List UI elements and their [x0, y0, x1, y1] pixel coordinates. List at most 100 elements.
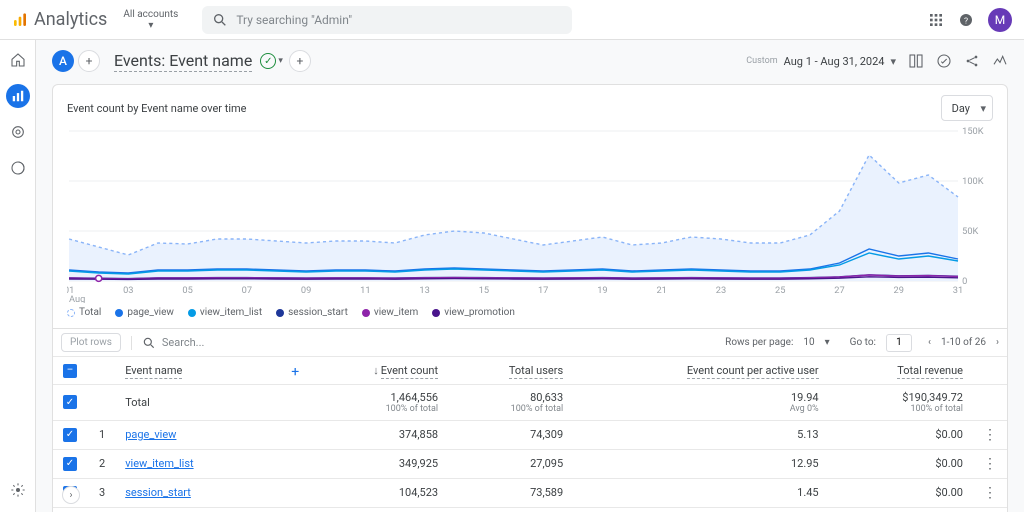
legend-item[interactable]: view_item [362, 307, 418, 318]
legend-label: Total [79, 307, 101, 318]
product-logo[interactable]: Analytics [12, 9, 107, 30]
product-name: Analytics [34, 9, 107, 30]
bar-chart-icon [11, 89, 25, 103]
add-comparison-button[interactable]: + [289, 50, 311, 72]
chevron-down-icon: ▾ [890, 55, 896, 68]
table-controls: Plot rows Search... Rows per page: 10 ▾ … [53, 328, 1007, 356]
nav-advertising[interactable] [6, 156, 30, 180]
insights-icon[interactable] [936, 53, 952, 69]
svg-text:25: 25 [775, 286, 785, 296]
table-row: 3session_start104,52373,5891.45$0.00⋮ [53, 478, 1007, 507]
cell-event-count: 96,860 [305, 507, 448, 512]
share-icon[interactable] [964, 53, 980, 69]
add-segment-button[interactable]: + [78, 50, 100, 72]
legend-swatch [67, 309, 75, 317]
cell-revenue: $0.00 [829, 478, 973, 507]
svg-text:23: 23 [716, 286, 726, 296]
gear-icon [10, 482, 26, 498]
row-menu-icon[interactable]: ⋮ [983, 456, 997, 472]
main-content: › A + Events: Event name ✓ ▾ + Custom Au… [36, 40, 1024, 512]
chevron-down-icon[interactable]: ▾ [825, 337, 830, 348]
avatar[interactable]: M [988, 8, 1012, 32]
date-range-label: Custom [746, 56, 777, 66]
help-icon[interactable]: ? [958, 12, 974, 28]
svg-text:31: 31 [953, 286, 963, 296]
add-dimension-button[interactable]: + [291, 364, 299, 380]
legend-item[interactable]: Total [67, 307, 101, 318]
svg-text:27: 27 [834, 286, 844, 296]
svg-text:09: 09 [301, 286, 311, 296]
apps-icon[interactable] [928, 12, 944, 28]
search-input[interactable]: Try searching "Admin" [202, 6, 572, 34]
sidenav-expand[interactable]: › [62, 486, 80, 504]
cell-event-count: 349,925 [305, 449, 448, 478]
row-checkbox[interactable] [63, 457, 77, 471]
date-range-picker[interactable]: Custom Aug 1 - Aug 31, 2024 ▾ [746, 55, 896, 68]
rows-per-page-value[interactable]: 10 [803, 337, 814, 348]
cell-revenue: $0.00 [829, 449, 973, 478]
legend-swatch [188, 309, 196, 317]
legend-item[interactable]: view_item_list [188, 307, 262, 318]
legend-item[interactable]: view_promotion [432, 307, 515, 318]
home-icon [10, 52, 26, 68]
svg-text:17: 17 [538, 286, 548, 296]
customize-icon[interactable] [908, 53, 924, 69]
row-checkbox[interactable] [63, 395, 77, 409]
table-search[interactable]: Search... [131, 336, 715, 350]
chart-title: Event count by Event name over time [67, 102, 247, 115]
nav-reports[interactable] [6, 84, 30, 108]
page-next[interactable]: › [996, 337, 999, 348]
col-event-name[interactable]: Event name [125, 364, 182, 379]
col-per-active[interactable]: Event count per active user [687, 364, 819, 379]
plot-rows-button[interactable]: Plot rows [61, 333, 121, 352]
top-icons: ? M [928, 8, 1012, 32]
legend-item[interactable]: session_start [276, 307, 348, 318]
row-menu-icon[interactable]: ⋮ [983, 485, 997, 501]
nav-home[interactable] [6, 48, 30, 72]
segment-badge[interactable]: A [52, 50, 74, 72]
event-name-link[interactable]: page_view [125, 428, 176, 441]
legend-item[interactable]: page_view [115, 307, 174, 318]
date-range-value: Aug 1 - Aug 31, 2024 [784, 55, 885, 68]
page-prev[interactable]: ‹ [928, 337, 931, 348]
status-check-icon[interactable]: ✓ [260, 53, 276, 69]
cell-per-active: 4.08 [573, 507, 828, 512]
nav-admin[interactable] [6, 478, 30, 502]
page-title[interactable]: Events: Event name [114, 51, 252, 72]
topbar: Analytics All accounts ▾ Try searching "… [0, 0, 1024, 40]
account-switcher[interactable]: All accounts ▾ [123, 9, 178, 31]
col-total-users[interactable]: Total users [509, 364, 563, 379]
table-total-row: Total 1,464,556100% of total 80,633100% … [53, 384, 1007, 420]
data-table: Event name + ↓Event count Total users Ev… [53, 356, 1007, 512]
sparkline-icon[interactable] [992, 53, 1008, 69]
nav-explore[interactable] [6, 120, 30, 144]
granularity-dropdown[interactable]: Day [941, 95, 993, 121]
event-name-link[interactable]: session_start [125, 486, 191, 499]
col-event-count[interactable]: Event count [381, 364, 438, 379]
legend-label: session_start [288, 307, 348, 318]
row-index: 2 [89, 449, 115, 478]
goto-input[interactable] [886, 334, 912, 352]
chevron-down-icon[interactable]: ▾ [278, 56, 283, 66]
page-header: A + Events: Event name ✓ ▾ + Custom Aug … [36, 40, 1024, 78]
report-card: Event count by Event name over time Day … [52, 84, 1008, 512]
row-menu-icon[interactable]: ⋮ [983, 427, 997, 443]
svg-text:05: 05 [182, 286, 192, 296]
legend-swatch [276, 309, 284, 317]
svg-text:19: 19 [597, 286, 607, 296]
table-search-placeholder: Search... [162, 336, 205, 349]
row-checkbox[interactable] [63, 428, 77, 442]
event-name-link[interactable]: view_item_list [125, 457, 193, 470]
chart-area[interactable]: 050K100K150K0103050709111315171921232527… [53, 125, 1007, 303]
col-total-revenue[interactable]: Total revenue [897, 364, 963, 379]
select-all-checkbox[interactable] [63, 364, 77, 378]
svg-text:11: 11 [360, 286, 370, 296]
svg-text:50K: 50K [962, 227, 978, 237]
svg-text:100K: 100K [962, 177, 984, 187]
search-icon [142, 336, 156, 350]
sidenav [0, 40, 36, 512]
sort-down-icon[interactable]: ↓ [373, 364, 379, 377]
table-row: 2view_item_list349,92527,09512.95$0.00⋮ [53, 449, 1007, 478]
legend-label: view_promotion [444, 307, 515, 318]
target-icon [10, 124, 26, 140]
